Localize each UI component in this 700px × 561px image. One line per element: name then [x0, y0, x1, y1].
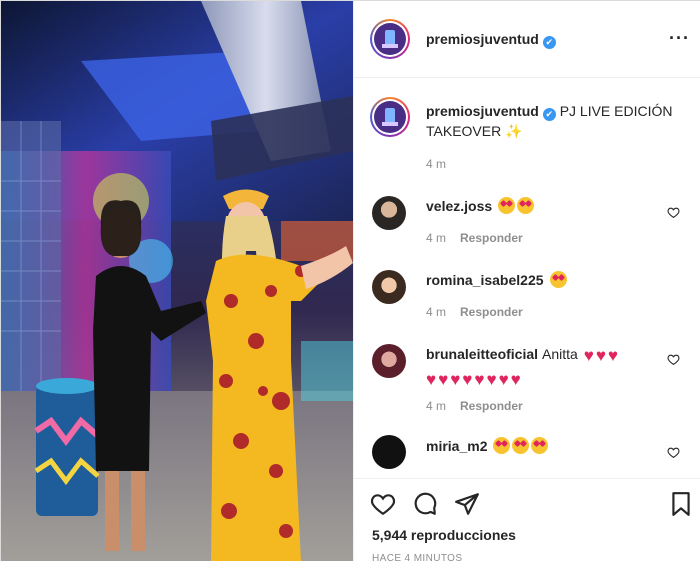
comments-list[interactable]: premiosjuventud ✔ PJ LIVE EDICIÓN TAKEOVE… [354, 79, 700, 478]
caption-time[interactable]: 4 m [426, 157, 446, 171]
bookmark-icon[interactable] [668, 491, 694, 517]
comment-icon[interactable] [412, 491, 438, 517]
comment-username[interactable]: miria_m2 [426, 438, 487, 454]
comment-meta: 4 m Responder [426, 399, 523, 413]
post-actions [354, 478, 700, 561]
like-comment-heart-icon[interactable] [667, 446, 680, 459]
heart-icon[interactable] [370, 491, 396, 517]
star-struck-emoji-icon [498, 197, 516, 214]
comment-username[interactable]: romina_isabel225 [426, 272, 544, 288]
sparkle-icon: ✨ [505, 123, 523, 139]
caption-line-1: PJ LIVE EDICIÓN [559, 103, 673, 119]
more-options-icon[interactable]: ··· [669, 29, 690, 47]
comment-time[interactable]: 4 m [426, 231, 446, 245]
reply-button[interactable]: Responder [460, 305, 523, 319]
comment-item: miria_m2 [426, 435, 681, 457]
caption-username[interactable]: premiosjuventud [426, 103, 539, 119]
star-struck-emoji-icon [493, 437, 511, 454]
comment-item: velez.joss [426, 195, 681, 217]
post-timestamp[interactable]: HACE 4 MINUTOS [372, 553, 462, 561]
comment-username[interactable]: velez.joss [426, 198, 492, 214]
post-video[interactable] [1, 1, 353, 561]
post-header: premiosjuventud ✔ ··· [354, 1, 700, 78]
share-icon[interactable] [454, 491, 480, 517]
star-struck-emoji-icon [517, 197, 535, 214]
comment-meta: 4 m Responder [426, 305, 523, 319]
post-frame: premiosjuventud ✔ ··· premiosjuventud ✔ PJ… [0, 0, 700, 561]
comment-time[interactable]: 4 m [426, 399, 446, 413]
verified-badge-icon: ✔ [542, 36, 556, 49]
comment-item: brunaleitteoficial Anitta ♥ ♥ ♥ ♥ ♥ ♥ ♥ ♥ ♥ ♥ ♥ [426, 343, 681, 391]
comment-avatar[interactable] [372, 196, 406, 230]
comment-username[interactable]: brunaleitteoficial [426, 346, 538, 362]
caption-line-2: TAKEOVER [426, 123, 502, 139]
verified-badge-icon: ✔ [542, 108, 556, 121]
star-struck-emoji-icon [531, 437, 549, 454]
view-count[interactable]: 5,944 reproducciones [372, 527, 516, 543]
comment-meta: 4 m Responder [426, 231, 523, 245]
comment-body: Anitta [542, 346, 578, 362]
star-struck-emoji-icon [512, 437, 530, 454]
account-name-row: premiosjuventud ✔ [426, 31, 556, 49]
account-username[interactable]: premiosjuventud [426, 31, 539, 47]
star-struck-emoji-icon [549, 271, 567, 288]
reply-button[interactable]: Responder [460, 399, 523, 413]
account-avatar[interactable] [370, 19, 410, 59]
comment-avatar[interactable] [372, 435, 406, 469]
comment-avatar[interactable] [372, 270, 406, 304]
reply-button[interactable]: Responder [460, 231, 523, 245]
comment-avatar[interactable] [372, 344, 406, 378]
comment-time[interactable]: 4 m [426, 305, 446, 319]
post-side-panel: premiosjuventud ✔ ··· premiosjuventud ✔ PJ… [353, 1, 700, 561]
like-comment-heart-icon[interactable] [667, 206, 680, 219]
caption-text: premiosjuventud ✔ PJ LIVE EDICIÓN TAKEOVE… [426, 101, 676, 141]
video-frame-illustration [1, 1, 353, 561]
caption-avatar[interactable] [370, 97, 410, 137]
like-comment-heart-icon[interactable] [667, 353, 680, 366]
comment-item: romina_isabel225 [426, 269, 681, 291]
